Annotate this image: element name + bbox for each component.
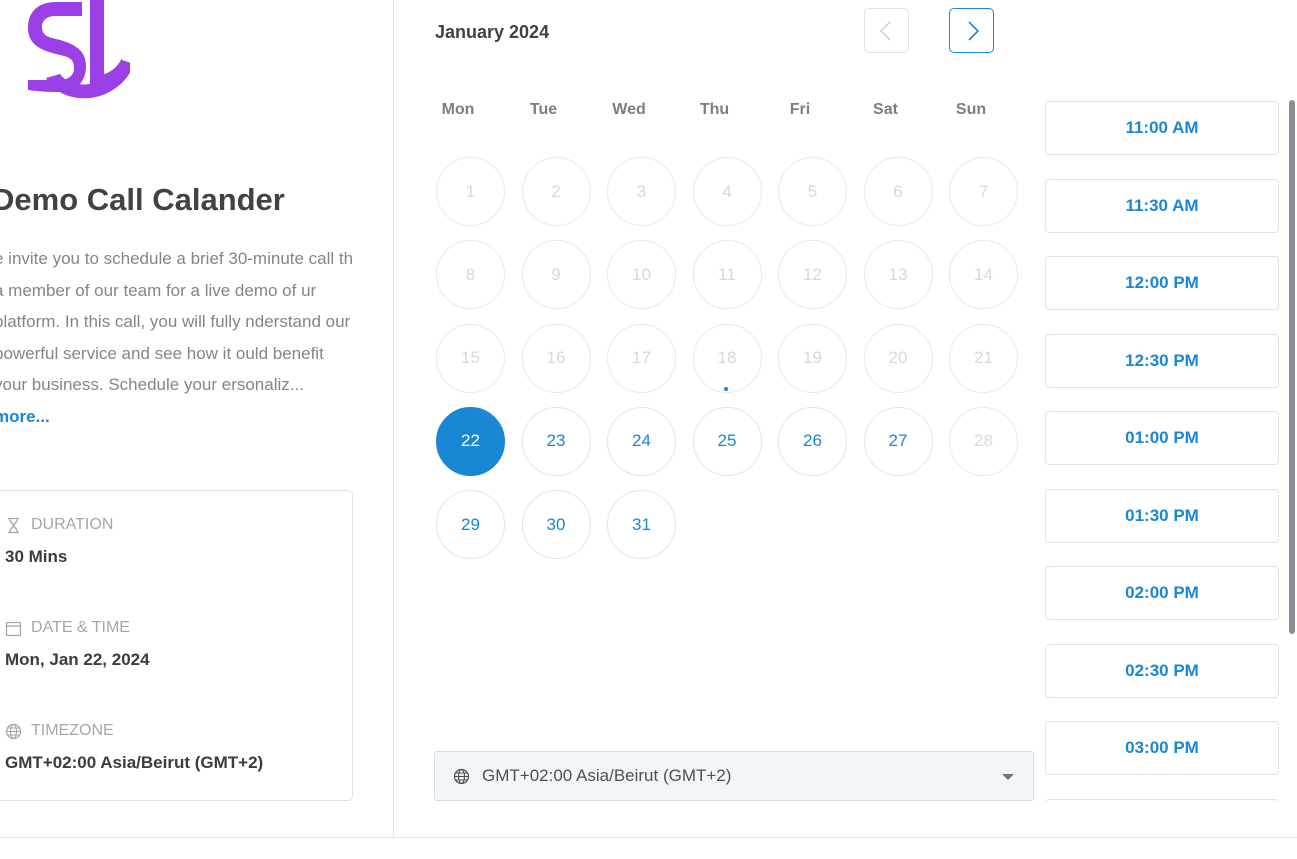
- weekday-sun: Sun: [955, 101, 987, 118]
- day-cell: 6: [863, 157, 933, 226]
- calendar-icon: [5, 620, 22, 637]
- day-cell: 16: [521, 323, 591, 393]
- scrollbar-thumb[interactable]: [1289, 100, 1295, 634]
- day-cell[interactable]: 23: [521, 406, 591, 476]
- day-cell: 2: [521, 157, 591, 226]
- day-cell[interactable]: 26: [778, 406, 847, 476]
- chevron-right-icon: [967, 20, 979, 41]
- day-cell: 15: [436, 323, 505, 393]
- duration-value: 30 Mins: [5, 547, 68, 566]
- time-slot-list: 11:00 AM 11:30 AM 12:00 PM 12:30 PM 01:00 PM…: [1045, 101, 1279, 801]
- day-cell[interactable]: 27: [863, 406, 933, 476]
- weekday-thu: Thu: [699, 101, 730, 118]
- description-text: e invite you to schedule a brief 30-minu…: [0, 249, 354, 394]
- today-indicator: [724, 387, 728, 391]
- bottom-divider: [0, 837, 1297, 838]
- timezone-select-value: GMT+02:00 Asia/Beirut (GMT+2): [482, 766, 732, 785]
- timezone-label-row: TIMEZONE: [5, 722, 263, 740]
- timezone-select[interactable]: GMT+02:00 Asia/Beirut (GMT+2): [434, 751, 1034, 801]
- previous-month-button[interactable]: [864, 8, 909, 53]
- calendar-panel: January 2024 Mon Tue Wed Thu Fri Sat Sun 12345…: [395, 0, 1297, 837]
- globe-icon: [5, 723, 22, 740]
- day-cell: 17: [607, 323, 676, 393]
- event-info-panel: Demo Call Calander e invite you to sched…: [0, 0, 394, 837]
- globe-icon: [453, 768, 470, 784]
- day-cell: 13: [863, 240, 933, 310]
- day-cell: 19: [778, 323, 847, 393]
- weekday-tue: Tue: [529, 101, 558, 118]
- duration-label: DURATION: [31, 516, 114, 533]
- page-title: Demo Call Calander: [0, 182, 285, 217]
- datetime-value: Mon, Jan 22, 2024: [5, 650, 150, 669]
- time-slot-button[interactable]: 11:00 AM: [1045, 101, 1279, 155]
- day-cell[interactable]: 30: [521, 490, 591, 560]
- time-slot-button[interactable]: 11:30 AM: [1045, 178, 1279, 233]
- day-cell: 28: [949, 406, 1018, 476]
- day-cell[interactable]: 31: [607, 490, 676, 560]
- duration-label-row: DURATION: [5, 516, 113, 534]
- day-cell: 10: [607, 240, 676, 310]
- time-slot-button[interactable]: 03:00 PM: [1045, 721, 1279, 775]
- day-cell: 14: [949, 240, 1018, 310]
- duration-block: DURATION 30 Mins: [5, 516, 113, 567]
- day-cell: 1: [436, 157, 505, 226]
- day-cell: 21: [949, 323, 1018, 393]
- day-cell: 8: [436, 240, 505, 310]
- weekday-wed: Wed: [612, 101, 646, 118]
- day-cell: 4: [692, 157, 762, 226]
- weekday-mon: Mon: [441, 101, 475, 118]
- time-slot-button[interactable]: 12:30 PM: [1045, 333, 1279, 388]
- brand-logo: [28, 0, 130, 99]
- day-selected[interactable]: 22: [436, 406, 505, 476]
- timezone-label: TIMEZONE: [31, 722, 114, 739]
- booking-info-card: DURATION 30 Mins DATE & TIME Mon, Jan 22…: [0, 490, 353, 801]
- day-cell: 7: [949, 157, 1018, 226]
- day-cell: 11: [692, 240, 762, 310]
- day-cell[interactable]: 24: [607, 406, 676, 476]
- time-slot-button[interactable]: 01:30 PM: [1045, 488, 1279, 543]
- day-cell: 5: [778, 157, 847, 226]
- datetime-block: DATE & TIME Mon, Jan 22, 2024: [5, 619, 150, 670]
- day-cell: 20: [863, 323, 933, 393]
- time-slot-scrollbar[interactable]: [1289, 100, 1295, 800]
- chevron-left-icon: [879, 20, 891, 41]
- time-slot-button[interactable]: 02:00 PM: [1045, 566, 1279, 620]
- datetime-label-row: DATE & TIME: [5, 619, 150, 637]
- weekday-sat: Sat: [873, 101, 898, 118]
- day-cell: 18: [692, 323, 762, 393]
- time-slot-button[interactable]: 02:30 PM: [1045, 643, 1279, 698]
- day-cell: 3: [607, 157, 676, 226]
- event-description: e invite you to schedule a brief 30-minu…: [0, 243, 356, 432]
- hourglass-icon: [5, 517, 22, 534]
- day-cell[interactable]: 25: [692, 406, 762, 476]
- weekday-fri: Fri: [789, 101, 811, 118]
- datetime-label: DATE & TIME: [31, 619, 130, 636]
- more-link[interactable]: more...: [0, 407, 50, 426]
- time-slot-button[interactable]: 03:30 PM: [1045, 798, 1279, 801]
- time-slot-button[interactable]: 12:00 PM: [1045, 256, 1279, 310]
- month-title: January 2024: [435, 22, 550, 42]
- caret-down-icon: [1002, 774, 1014, 780]
- timezone-value: GMT+02:00 Asia/Beirut (GMT+2): [5, 753, 264, 772]
- time-slot-button[interactable]: 01:00 PM: [1045, 411, 1279, 465]
- next-month-button[interactable]: [949, 8, 994, 53]
- timezone-block: TIMEZONE GMT+02:00 Asia/Beirut (GMT+2): [5, 722, 263, 773]
- day-cell: 9: [521, 240, 591, 310]
- day-cell[interactable]: 29: [436, 490, 505, 560]
- day-cell: 12: [778, 240, 847, 310]
